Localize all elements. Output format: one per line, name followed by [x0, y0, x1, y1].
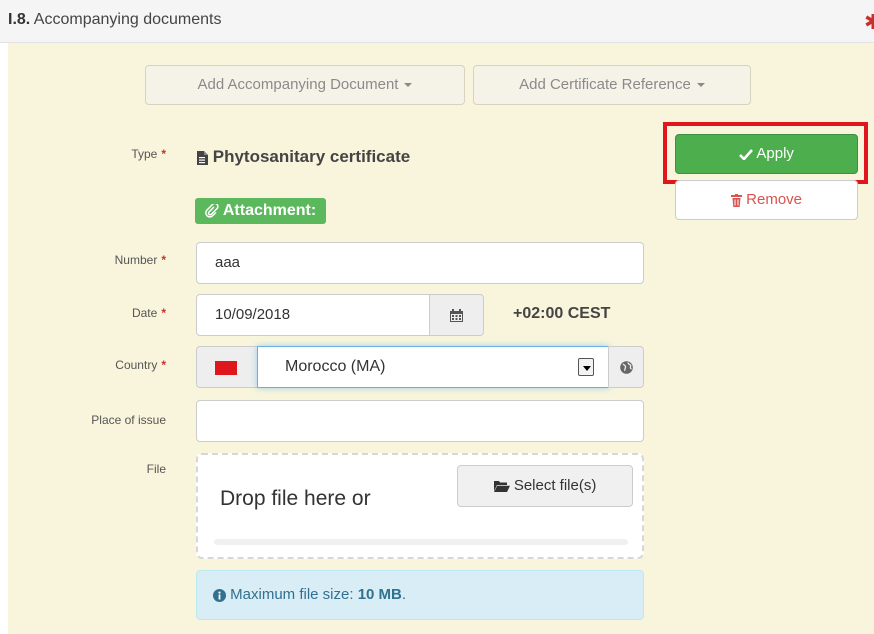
file-dropzone[interactable]: Drop file here or Select file(s): [196, 453, 644, 559]
check-icon: [739, 148, 754, 160]
place-of-issue-input[interactable]: [196, 400, 644, 442]
calendar-button[interactable]: [429, 294, 484, 336]
max-size-suffix: .: [401, 586, 407, 603]
country-label: Country *: [115, 358, 166, 372]
date-input[interactable]: 10/09/2018: [196, 294, 430, 336]
country-select[interactable]: Morocco (MA): [257, 346, 609, 388]
place-of-issue-label: Place of issue: [91, 413, 166, 427]
morocco-flag-icon: [215, 361, 237, 375]
section-title-text: Accompanying documents: [30, 11, 222, 28]
remove-label: Remove: [746, 191, 803, 208]
number-label: Number *: [114, 253, 166, 267]
chevron-down-icon[interactable]: [578, 358, 594, 376]
timezone-text: +02:00 CEST: [513, 305, 611, 322]
file-label: File: [146, 462, 166, 476]
type-label: Type *: [131, 147, 166, 161]
max-file-size-info: Maximum file size: 10 MB.: [196, 570, 644, 620]
select-files-label: Select file(s): [513, 477, 597, 494]
add-reference-label: Add Certificate Reference: [519, 76, 691, 93]
folder-open-icon: [493, 481, 510, 493]
globe-button[interactable]: [608, 346, 644, 388]
number-input[interactable]: aaa: [196, 242, 644, 284]
country-value: Morocco (MA): [285, 358, 386, 375]
add-accompanying-document-button[interactable]: Add Accompanying Document: [145, 65, 465, 105]
apply-label: Apply: [756, 145, 794, 162]
calendar-icon: [450, 309, 463, 322]
attachment-badge: Attachment:: [195, 198, 327, 224]
type-value: Phytosanitary certificate: [196, 147, 410, 167]
section-header: I.8. Accompanying documents ✱: [0, 0, 874, 43]
type-value-text: Phytosanitary certificate: [212, 147, 411, 166]
country-flag-addon: [196, 346, 258, 388]
section-number: I.8.: [8, 11, 31, 28]
trash-icon: [730, 193, 742, 207]
drop-text: Drop file here or: [220, 487, 371, 510]
select-files-button[interactable]: Select file(s): [457, 465, 633, 507]
section-title: I.8. Accompanying documents: [8, 11, 221, 29]
max-size-value: 10 MB: [357, 586, 402, 603]
upload-progress-bar: [214, 539, 628, 545]
attachment-label: Attachment:: [222, 202, 317, 219]
max-size-text: Maximum file size:: [230, 586, 358, 603]
globe-icon: [619, 361, 633, 374]
caret-down-icon: [696, 83, 705, 88]
remove-button[interactable]: Remove: [675, 180, 858, 220]
add-certificate-reference-button[interactable]: Add Certificate Reference: [473, 65, 751, 105]
info-circle-icon: [213, 588, 226, 602]
add-document-label: Add Accompanying Document: [197, 76, 399, 93]
date-label: Date *: [131, 306, 166, 320]
caret-down-icon: [404, 83, 413, 88]
required-icon: ✱: [864, 14, 874, 30]
document-icon: [197, 150, 208, 165]
paperclip-icon: [205, 203, 219, 218]
apply-button[interactable]: Apply: [675, 134, 858, 174]
